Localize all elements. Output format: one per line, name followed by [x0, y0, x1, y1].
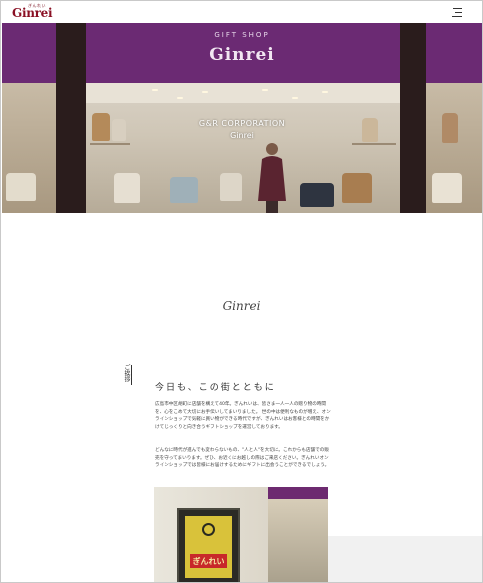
site-header: ぎんれい Ginrei — [1, 1, 482, 23]
hero-sign-subtitle: GIFT SHOP — [214, 31, 270, 39]
page-frame: ぎんれい Ginrei GIFT SHOP Ginrei G&R CORPORA… — [0, 0, 483, 583]
hero-corporation-subtitle: Ginrei — [230, 131, 254, 140]
photo-shop-interior — [268, 499, 328, 582]
ginrei-signature: Ginrei — [222, 299, 261, 313]
mannequin-figure — [258, 143, 286, 213]
greeting-title: 今日も、この街とともに — [155, 383, 276, 393]
signboard-nameplate: ぎんれい — [190, 554, 227, 568]
crest-icon — [202, 523, 215, 536]
background-panel — [328, 536, 482, 582]
storefront-photo: ぎんれい — [154, 487, 328, 582]
hero-sign-title: Ginrei — [209, 45, 275, 65]
shop-signboard: ぎんれい — [177, 508, 240, 582]
greeting-side-rule — [131, 365, 132, 385]
photo-awning — [268, 487, 328, 499]
logo-text: Ginrei — [12, 6, 53, 20]
site-logo[interactable]: ぎんれい Ginrei — [12, 3, 53, 21]
signboard-text: ぎんれい — [192, 557, 225, 566]
signboard-panel: ぎんれい — [185, 516, 232, 578]
hamburger-menu-icon[interactable] — [450, 8, 462, 17]
greeting-side-label: ご挨拶 — [123, 364, 130, 382]
hero-corporation-name: G&R CORPORATION — [198, 119, 286, 128]
greeting-paragraph-1: 広島市中区胡町に店舗を構えて40年。ぎんれいは、皆さま一人一人の贈り物の時間を、… — [155, 402, 331, 430]
hero-banner: GIFT SHOP Ginrei G&R CORPORATION Ginrei — [2, 23, 482, 213]
hero-window-ceiling — [86, 83, 400, 103]
greeting-paragraph-2: どんなに時代が進んでも変わらないもの、"人と人"を大切に。これからも店舗での販売… — [155, 448, 330, 469]
